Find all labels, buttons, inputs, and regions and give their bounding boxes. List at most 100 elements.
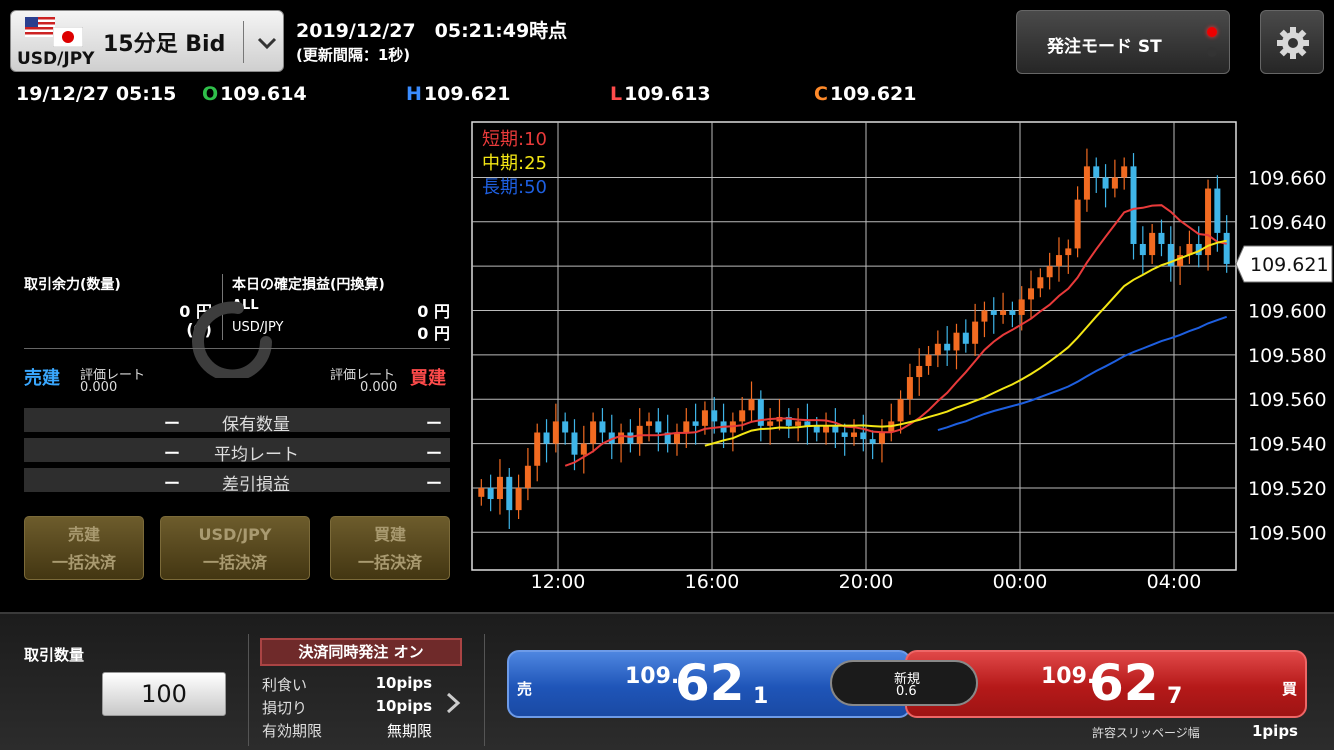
- ohlc-high: H 109.621: [406, 83, 510, 105]
- candle-body: [543, 432, 550, 444]
- stat-row-avg-rate: ー 平均レート ー: [24, 438, 450, 465]
- stop-loss-row[interactable]: 損切り 10pips: [262, 697, 432, 717]
- ohlc-close: C 109.621: [814, 83, 917, 105]
- expiry-label: 有効期限: [262, 722, 323, 740]
- order-mode-button[interactable]: 発注モード ST: [1016, 10, 1230, 74]
- candle-body: [925, 354, 932, 366]
- candlestick-chart[interactable]: 短期:10中期:25長期:50 109.660109.640109.620109…: [470, 120, 1334, 610]
- stat-row-net-pnl: ー 差引損益 ー: [24, 468, 450, 495]
- plot-area: [471, 121, 1237, 571]
- sell-position-label: 売建: [24, 368, 60, 389]
- candle-body: [646, 421, 653, 426]
- candle-body: [1130, 166, 1137, 244]
- net-pnl-label: 差引損益: [222, 475, 290, 495]
- candle-body: [683, 421, 690, 433]
- chevron-down-icon[interactable]: [253, 29, 281, 57]
- button-line1: 買建: [373, 525, 406, 544]
- candle-body: [1093, 166, 1100, 178]
- low-key: L: [610, 83, 623, 105]
- stop-loss-value: 10pips: [375, 697, 432, 715]
- button-line1: 売建: [67, 525, 100, 544]
- dash: ー: [164, 414, 181, 433]
- sell-side-label: 売: [517, 680, 533, 698]
- chart-svg[interactable]: 短期:10中期:25長期:50 109.660109.640109.620109…: [470, 120, 1334, 610]
- sell-rate-value: 0.000: [80, 380, 118, 395]
- candle-body: [1074, 199, 1081, 249]
- x-tick-label: 20:00: [839, 571, 894, 593]
- net-pnl-value: ー: [425, 474, 442, 493]
- candle-body: [1065, 248, 1072, 256]
- y-tick-label: 109.560: [1248, 389, 1327, 411]
- candle-body: [953, 332, 960, 351]
- buy-price-tail: 7: [1167, 684, 1183, 709]
- take-profit-value: 10pips: [375, 674, 432, 692]
- chevron-right-icon[interactable]: [442, 688, 464, 718]
- sell-price-prefix: 109.: [625, 664, 680, 689]
- candle-body: [673, 432, 680, 444]
- candle-body: [1139, 243, 1146, 256]
- stop-loss-label: 損切り: [262, 699, 308, 717]
- trade-qty-label: 取引数量: [24, 646, 85, 664]
- buy-rate-value: 0.000: [360, 380, 398, 395]
- candle-body: [767, 421, 774, 426]
- buy-price-prefix: 109.: [1041, 664, 1096, 689]
- candle-body: [897, 399, 904, 422]
- candle-body: [934, 343, 941, 355]
- candle-body: [711, 410, 718, 422]
- candle-body: [823, 425, 830, 433]
- y-tick-label: 109.660: [1248, 167, 1327, 189]
- candle-body: [748, 399, 755, 411]
- candle-body: [972, 321, 979, 344]
- candle-body: [1018, 299, 1025, 315]
- currency-pair-selector[interactable]: USD/JPY 15分足 Bid: [10, 10, 284, 72]
- slippage-value[interactable]: 1pips: [1252, 722, 1298, 740]
- spread-indicator: 新規 0.6: [830, 660, 978, 706]
- candle-body: [701, 410, 708, 426]
- x-tick-label: 12:00: [531, 571, 586, 593]
- expiry-row[interactable]: 有効期限 無期限: [262, 720, 432, 740]
- candle-body: [1000, 310, 1007, 315]
- status-lamp-off: [1207, 47, 1217, 57]
- divider: [24, 348, 450, 349]
- settings-button[interactable]: [1260, 10, 1324, 74]
- stat-row-holdings: ー 保有数量 ー: [24, 408, 450, 435]
- ohlc-low: L 109.613: [610, 83, 711, 105]
- daily-pnl-label: 本日の確定損益(円換算): [232, 277, 385, 293]
- button-line2: 一括決済: [51, 553, 116, 572]
- candle-body: [1083, 166, 1090, 200]
- slippage-label: 許容スリッページ幅: [1092, 726, 1200, 740]
- high-value: 109.621: [423, 83, 511, 105]
- candle-body: [813, 425, 820, 433]
- candle-body: [795, 421, 802, 426]
- trade-qty-input[interactable]: 100: [102, 672, 226, 716]
- candle-body: [916, 365, 923, 378]
- candle-body: [515, 487, 522, 511]
- pair-symbol: USD/JPY: [17, 49, 95, 69]
- settle-all-pair-button[interactable]: USD/JPY 一括決済: [160, 516, 310, 580]
- sell-price-big: 62: [675, 654, 745, 712]
- candle-body: [692, 421, 699, 426]
- avg-rate-value: ー: [425, 444, 442, 463]
- take-profit-row[interactable]: 利食い 10pips: [262, 674, 432, 694]
- candle-body: [990, 310, 997, 315]
- simultaneous-order-toggle[interactable]: 決済同時発注 オン: [260, 638, 462, 666]
- candle-body: [1214, 188, 1221, 233]
- sell-price-tail: 1: [753, 684, 769, 709]
- candle-body: [1149, 232, 1156, 256]
- divider: [484, 634, 485, 746]
- dash: ー: [164, 444, 181, 463]
- x-tick-label: 00:00: [993, 571, 1048, 593]
- candle-body: [571, 432, 578, 455]
- candle-body: [1121, 166, 1128, 178]
- settle-all-sell-button[interactable]: 売建 一括決済: [24, 516, 144, 580]
- buy-price-big: 62: [1089, 654, 1159, 712]
- candle-body: [906, 377, 913, 400]
- candle-body: [1158, 232, 1165, 244]
- settle-all-buy-button[interactable]: 買建 一括決済: [330, 516, 450, 580]
- avg-rate-label: 平均レート: [214, 445, 299, 465]
- candle-body: [655, 421, 662, 433]
- candle-body: [524, 465, 531, 488]
- quote-datetime: 2019/12/27 05:21:49時点: [296, 20, 568, 42]
- candle-body: [962, 332, 969, 344]
- close-key: C: [814, 83, 828, 105]
